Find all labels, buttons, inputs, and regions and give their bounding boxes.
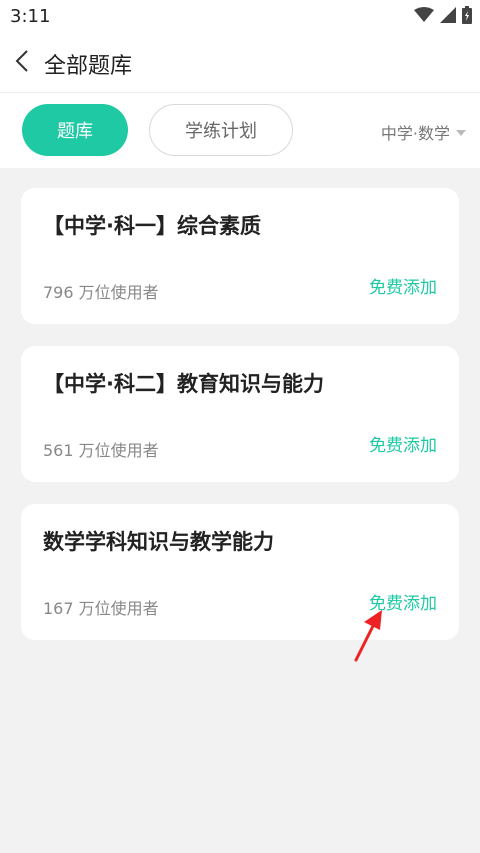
category-label: 中学·数学 [380, 124, 450, 143]
question-bank-card[interactable]: 数学学科知识与教学能力 167 万位使用者 免费添加 [21, 504, 459, 640]
back-arrow-icon [15, 49, 29, 77]
tab-row: 题库 学练计划 中学·数学 [0, 104, 480, 158]
card-title: 数学学科知识与教学能力 [43, 530, 274, 554]
card-title: 【中学·科二】教育知识与能力 [43, 372, 324, 396]
question-bank-card[interactable]: 【中学·科一】综合素质 796 万位使用者 免费添加 [21, 188, 459, 324]
status-icons [414, 6, 472, 24]
tab-study-plan[interactable]: 学练计划 [149, 104, 293, 156]
chevron-down-icon [456, 130, 466, 136]
card-user-count: 796 万位使用者 [43, 283, 159, 302]
category-dropdown[interactable]: 中学·数学 [381, 120, 466, 144]
tab-study-plan-label: 学练计划 [185, 121, 257, 142]
page-title: 全部题库 [44, 54, 133, 79]
battery-icon [462, 6, 472, 24]
status-bar: 3:11 [0, 0, 480, 34]
tab-question-bank[interactable]: 题库 [22, 104, 128, 156]
free-add-button[interactable]: 免费添加 [369, 273, 437, 298]
signal-icon [440, 7, 456, 23]
back-button[interactable] [6, 44, 38, 82]
header-divider [0, 92, 480, 93]
card-user-count: 167 万位使用者 [43, 599, 159, 618]
question-bank-card[interactable]: 【中学·科二】教育知识与能力 561 万位使用者 免费添加 [21, 346, 459, 482]
red-arrow-annotation [348, 608, 388, 668]
card-title: 【中学·科一】综合素质 [43, 214, 261, 238]
wifi-icon [414, 7, 434, 23]
status-time: 3:11 [10, 6, 51, 27]
card-user-count: 561 万位使用者 [43, 441, 159, 460]
tab-question-bank-label: 题库 [57, 121, 93, 142]
free-add-button[interactable]: 免费添加 [369, 431, 437, 456]
navigation-bar: 全部题库 [0, 36, 480, 90]
